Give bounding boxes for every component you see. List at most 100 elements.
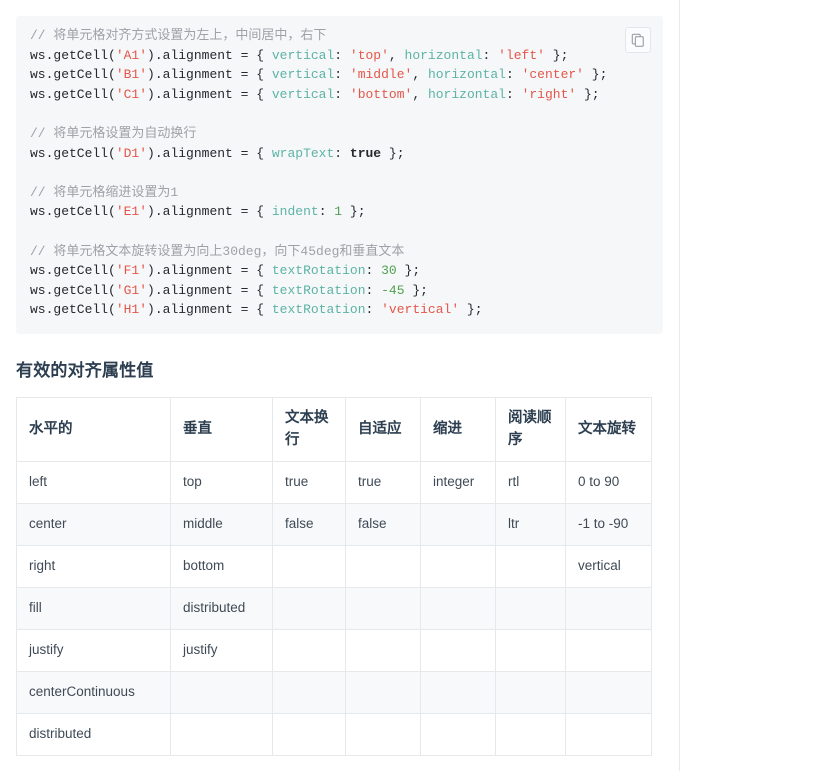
code-token: 'bottom' xyxy=(349,86,413,102)
code-token: // 将单元格缩进设置为1 xyxy=(30,184,179,200)
code-token: : xyxy=(334,67,350,83)
code-token: }; xyxy=(544,47,569,63)
table-cell xyxy=(272,670,346,714)
code-token: ).alignment = { xyxy=(147,47,272,63)
code-token: ).alignment = { xyxy=(147,302,272,318)
content-divider xyxy=(679,0,680,771)
table-cell xyxy=(565,586,652,630)
table-cell xyxy=(420,586,496,630)
table-cell xyxy=(345,586,421,630)
table-cell: justify xyxy=(16,628,171,672)
code-token: horizontal xyxy=(427,86,506,102)
table-cell: 0 to 90 xyxy=(565,460,652,504)
code-token: 'D1' xyxy=(115,145,148,161)
table-cell xyxy=(495,628,566,672)
code-token: ws.getCell( xyxy=(30,47,116,63)
table-cell: vertical xyxy=(565,544,652,588)
table-cell xyxy=(565,670,652,714)
table-cell xyxy=(420,670,496,714)
table-cell: left xyxy=(16,460,171,504)
code-token: : xyxy=(505,86,522,102)
code-token: }; xyxy=(342,204,366,220)
table-cell: true xyxy=(345,460,421,504)
table-cell xyxy=(420,712,496,756)
code-token: wrapText xyxy=(271,145,335,161)
code-token: : xyxy=(318,204,335,220)
code-token: vertical xyxy=(271,67,335,83)
table-cell xyxy=(420,544,496,588)
code-token: // 将单元格对齐方式设置为左上，中间居中，右下 xyxy=(30,28,327,43)
code-token: ws.getCell( xyxy=(30,302,116,318)
code-token: ws.getCell( xyxy=(30,145,116,161)
table-cell xyxy=(345,544,421,588)
table-cell: ltr xyxy=(495,502,566,546)
table-cell: rtl xyxy=(495,460,566,504)
table-cell xyxy=(345,628,421,672)
code-token: ).alignment = { xyxy=(147,145,272,161)
code-token: : xyxy=(365,282,382,298)
code-token: ).alignment = { xyxy=(147,263,272,279)
copy-icon[interactable] xyxy=(625,27,651,53)
code-token: ).alignment = { xyxy=(147,67,272,83)
table-cell xyxy=(345,670,421,714)
table-cell xyxy=(170,670,273,714)
table-row: left top true true integer rtl 0 to 90 xyxy=(16,460,652,504)
code-token: 'A1' xyxy=(115,47,148,63)
code-token: , xyxy=(388,47,405,63)
section-title: 有效的对齐属性值 xyxy=(16,360,154,380)
table-header-cell-2: 文本换行 xyxy=(272,396,346,462)
code-token: 'C1' xyxy=(115,86,148,102)
table-cell: false xyxy=(272,502,346,546)
table-header-cell-0: 水平的 xyxy=(16,396,171,462)
table-cell: false xyxy=(345,502,421,546)
code-token: 'G1' xyxy=(115,282,148,298)
table-cell: center xyxy=(16,502,171,546)
table-body: left top true true integer rtl 0 to 90 center mi… xyxy=(16,460,652,756)
page-root: // 将单元格对齐方式设置为左上，中间居中，右下 ws.getCell('A1'… xyxy=(0,0,814,771)
table-cell xyxy=(272,586,346,630)
code-token: 'H1' xyxy=(115,302,148,318)
content-column: // 将单元格对齐方式设置为左上，中间居中，右下 ws.getCell('A1'… xyxy=(0,0,679,771)
table-cell xyxy=(272,544,346,588)
code-token: : xyxy=(334,47,350,63)
code-token: : xyxy=(365,302,382,318)
table-cell xyxy=(272,712,346,756)
table-header-cell-1: 垂直 xyxy=(170,396,273,462)
code-token: ws.getCell( xyxy=(30,263,116,279)
table-cell: true xyxy=(272,460,346,504)
code-token: // 将单元格设置为自动换行 xyxy=(30,125,197,141)
code-token: vertical xyxy=(271,47,335,63)
table-cell xyxy=(345,712,421,756)
table-header-cell-4: 缩进 xyxy=(420,396,496,462)
code-token: true xyxy=(349,145,382,161)
table-cell xyxy=(272,628,346,672)
table-cell: bottom xyxy=(170,544,273,588)
table-cell xyxy=(565,628,652,672)
code-token: ).alignment = { xyxy=(147,282,272,298)
table-cell xyxy=(495,544,566,588)
code-token: 'vertical' xyxy=(381,302,460,318)
code-token: indent xyxy=(271,204,319,220)
code-token: textRotation xyxy=(271,282,366,298)
code-token: // 将单元格文本旋转设置为向上30deg，向下45deg和垂直文本 xyxy=(30,243,405,259)
code-token: }; xyxy=(576,86,600,102)
table-cell: right xyxy=(16,544,171,588)
code-token: ws.getCell( xyxy=(30,67,116,83)
alignment-properties-table: 水平的 垂直 文本换行 自适应 缩进 阅读顺序 文本旋转 left top true true in… xyxy=(16,396,652,756)
table-row: justify justify xyxy=(16,628,652,672)
code-token: -45 xyxy=(381,282,405,298)
table-cell xyxy=(170,712,273,756)
table-cell: justify xyxy=(170,628,273,672)
table-header-cell-5: 阅读顺序 xyxy=(495,396,566,462)
table-cell xyxy=(420,628,496,672)
code-token: textRotation xyxy=(271,263,366,279)
code-token: ).alignment = { xyxy=(147,204,272,220)
code-token: 'right' xyxy=(521,86,577,102)
table-row: center middle false false ltr -1 to -90 xyxy=(16,502,652,546)
table-header-row: 水平的 垂直 文本换行 自适应 缩进 阅读顺序 文本旋转 xyxy=(16,396,652,462)
code-content: // 将单元格对齐方式设置为左上，中间居中，右下 ws.getCell('A1'… xyxy=(30,26,649,320)
code-token: , xyxy=(412,67,428,83)
table-cell xyxy=(495,670,566,714)
code-token: 30 xyxy=(381,263,397,279)
code-token: ws.getCell( xyxy=(30,86,116,102)
